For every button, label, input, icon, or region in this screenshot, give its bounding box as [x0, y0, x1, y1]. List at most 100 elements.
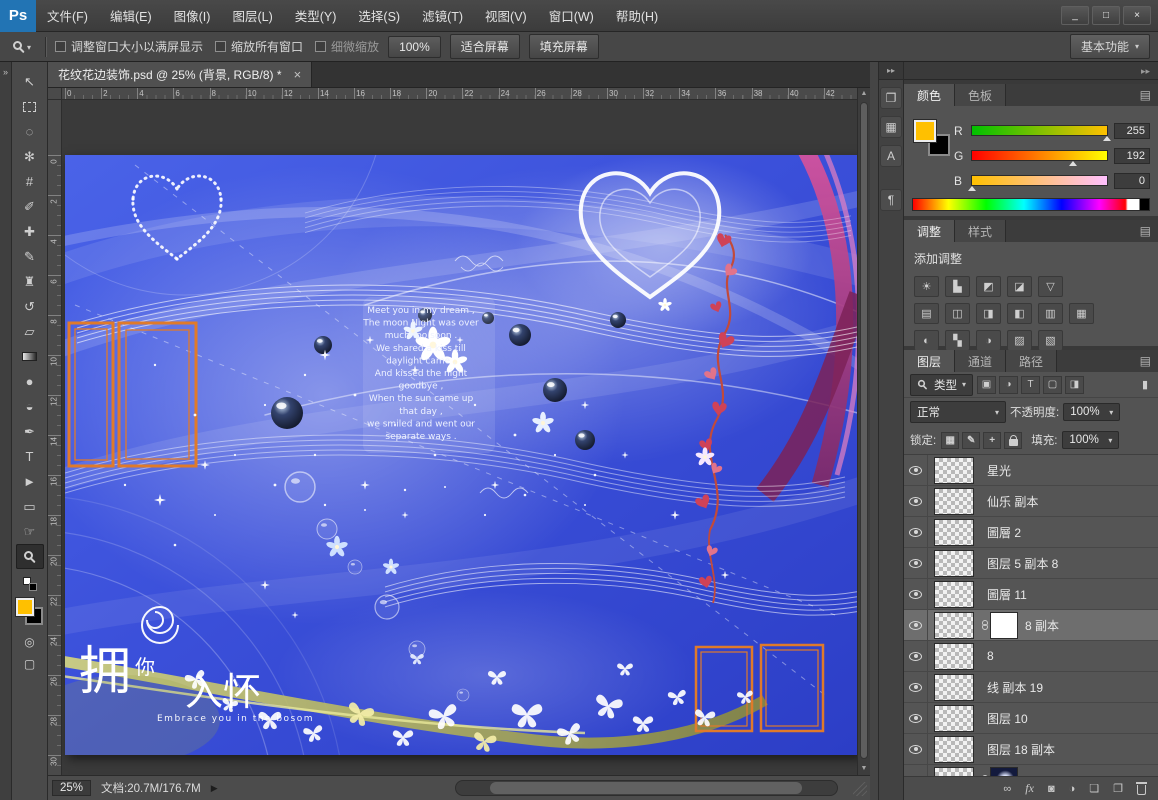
layer-visibility-toggle[interactable] — [904, 765, 928, 776]
lasso-tool[interactable]: ◌ — [16, 119, 44, 144]
layer-name[interactable]: 图层 5 副本 8 — [987, 555, 1058, 572]
panel-expander-strip[interactable]: » — [0, 62, 12, 800]
panel-tab[interactable]: 样式 — [955, 220, 1006, 242]
adjustment-gradient-map-icon[interactable]: ▨ — [1007, 330, 1032, 351]
healing-brush-tool[interactable]: ✚ — [16, 219, 44, 244]
channel-slider[interactable] — [971, 175, 1108, 186]
slider-handle[interactable] — [968, 186, 976, 191]
layer-thumbnail[interactable] — [934, 705, 974, 732]
collapse-panels-button[interactable]: ▸▸ — [904, 62, 1158, 80]
layer-visibility-toggle[interactable] — [904, 734, 928, 764]
chevron-down-icon[interactable]: ▾ — [27, 43, 31, 52]
close-icon[interactable]: × — [294, 67, 302, 82]
checkbox-icon[interactable] — [55, 41, 66, 52]
layer-name[interactable]: 图层 18 副本 — [987, 741, 1055, 758]
adjustment-brightness-contrast-icon[interactable]: ☀ — [914, 276, 939, 297]
filter-shape-layers-icon[interactable]: ▢ — [1043, 376, 1062, 394]
layer-thumbnail[interactable] — [934, 643, 974, 670]
move-tool[interactable]: ↖ — [16, 69, 44, 94]
layer-row[interactable]: 圖層 11 — [904, 579, 1158, 610]
layer-visibility-toggle[interactable] — [904, 517, 928, 547]
panel-tab[interactable]: 调整 — [904, 220, 955, 242]
scroll-up-icon[interactable]: ▲ — [858, 88, 870, 100]
adjustment-black-white-icon[interactable]: ◨ — [976, 303, 1001, 324]
new-group-icon[interactable]: ❏ — [1089, 782, 1099, 795]
layer-thumbnail[interactable] — [934, 519, 974, 546]
scroll-down-icon[interactable]: ▼ — [858, 763, 870, 775]
layer-row[interactable]: 仙乐 副本 — [904, 486, 1158, 517]
lock-all-icon[interactable] — [1004, 432, 1022, 449]
adjustment-vibrance-icon[interactable]: ▽ — [1038, 276, 1063, 297]
menu-item[interactable]: 滤镜(T) — [411, 0, 474, 31]
layer-visibility-toggle[interactable] — [904, 548, 928, 578]
layer-name[interactable]: 星光 — [987, 462, 1011, 479]
filter-smart-objects-icon[interactable]: ◨ — [1065, 376, 1084, 394]
hand-tool[interactable]: ☞ — [16, 519, 44, 544]
rectangle-tool[interactable]: ▭ — [16, 494, 44, 519]
menu-item[interactable]: 视图(V) — [474, 0, 538, 31]
panel-tab[interactable]: 颜色 — [904, 84, 955, 106]
menu-item[interactable]: 图像(I) — [163, 0, 222, 31]
layer-name[interactable]: 8 — [987, 649, 994, 663]
adjustment-posterize-icon[interactable]: ▚ — [945, 330, 970, 351]
foreground-color-swatch[interactable] — [914, 120, 936, 142]
checkbox-icon[interactable] — [215, 41, 226, 52]
layer-thumbnail[interactable] — [934, 612, 974, 639]
panel-tab[interactable]: 通道 — [955, 350, 1006, 372]
adjustment-invert-icon[interactable]: ◐ — [914, 330, 939, 351]
menu-item[interactable]: 帮助(H) — [605, 0, 669, 31]
layer-row[interactable]: 8 副本 — [904, 610, 1158, 641]
adjustment-channel-mixer-icon[interactable]: ▥ — [1038, 303, 1063, 324]
lock-pixels-icon[interactable]: ✎ — [962, 432, 980, 449]
layer-visibility-toggle[interactable] — [904, 486, 928, 516]
layer-row[interactable]: 图层 10 — [904, 703, 1158, 734]
channel-value-field[interactable]: 255 — [1114, 123, 1150, 139]
layer-thumbnail[interactable] — [934, 457, 974, 484]
zoom-100-button[interactable]: 100% — [388, 36, 441, 58]
adjustment-threshold-icon[interactable]: ◑ — [976, 330, 1001, 351]
layer-thumbnail[interactable] — [934, 736, 974, 763]
layer-name[interactable]: 圖層 2 — [987, 524, 1021, 541]
paragraph-panel-icon[interactable]: ¶ — [880, 189, 902, 211]
adjustment-color-balance-icon[interactable]: ◫ — [945, 303, 970, 324]
channel-slider[interactable] — [971, 150, 1108, 161]
blend-mode-select[interactable]: 正常 ▾ — [910, 401, 1006, 423]
layer-mask-thumbnail[interactable] — [990, 612, 1018, 639]
layer-name[interactable]: 圖層 11 — [987, 586, 1027, 603]
zoom-tool[interactable] — [16, 544, 44, 569]
pen-tool[interactable]: ✒ — [16, 419, 44, 444]
adjustment-selective-color-icon[interactable]: ▧ — [1038, 330, 1063, 351]
vertical-scroll-thumb[interactable] — [860, 102, 868, 759]
color-spectrum-ramp[interactable] — [912, 198, 1150, 211]
adjustment-levels-icon[interactable]: ▙ — [945, 276, 970, 297]
option-checkbox[interactable]: 调整窗口大小以满屏显示 — [55, 38, 203, 55]
layer-row[interactable]: 图层 5 副本 8 — [904, 548, 1158, 579]
layer-row[interactable]: 线 副本 19 — [904, 672, 1158, 703]
quick-selection-tool[interactable]: ✻ — [16, 144, 44, 169]
close-button[interactable]: × — [1123, 6, 1151, 25]
layer-visibility-toggle[interactable] — [904, 455, 928, 485]
link-layers-icon[interactable]: ∞ — [1003, 783, 1011, 795]
layer-row[interactable]: 圖層 2 — [904, 517, 1158, 548]
panel-tab[interactable]: 路径 — [1006, 350, 1057, 372]
active-tool-badge[interactable]: ▾ — [8, 38, 36, 55]
layer-thumbnail[interactable] — [934, 767, 974, 777]
adjustment-hue-saturation-icon[interactable]: ▤ — [914, 303, 939, 324]
layer-name[interactable]: 8 副本 — [1025, 617, 1059, 634]
filter-type-layers-icon[interactable]: T — [1021, 376, 1040, 394]
layer-thumbnail[interactable] — [934, 488, 974, 515]
layer-visibility-toggle[interactable] — [904, 641, 928, 671]
menu-item[interactable]: 窗口(W) — [538, 0, 605, 31]
gradient-tool[interactable] — [16, 344, 44, 369]
layer-row[interactable] — [904, 765, 1158, 776]
default-colors-icon[interactable] — [23, 577, 37, 591]
filter-adjustment-layers-icon[interactable]: ◑ — [999, 376, 1018, 394]
expand-icon[interactable]: » — [3, 67, 8, 77]
layer-filter-select[interactable]: 类型 ▾ — [910, 374, 973, 396]
layer-visibility-toggle[interactable] — [904, 703, 928, 733]
panel-menu-icon[interactable]: ▤ — [1140, 354, 1151, 368]
adjustment-photo-filter-icon[interactable]: ◧ — [1007, 303, 1032, 324]
quick-mask-icon[interactable]: ◎ — [16, 631, 44, 653]
document-tab[interactable]: 花纹花边装饰.psd @ 25% (背景, RGB/8) * × — [48, 62, 312, 87]
menu-item[interactable]: 选择(S) — [347, 0, 411, 31]
